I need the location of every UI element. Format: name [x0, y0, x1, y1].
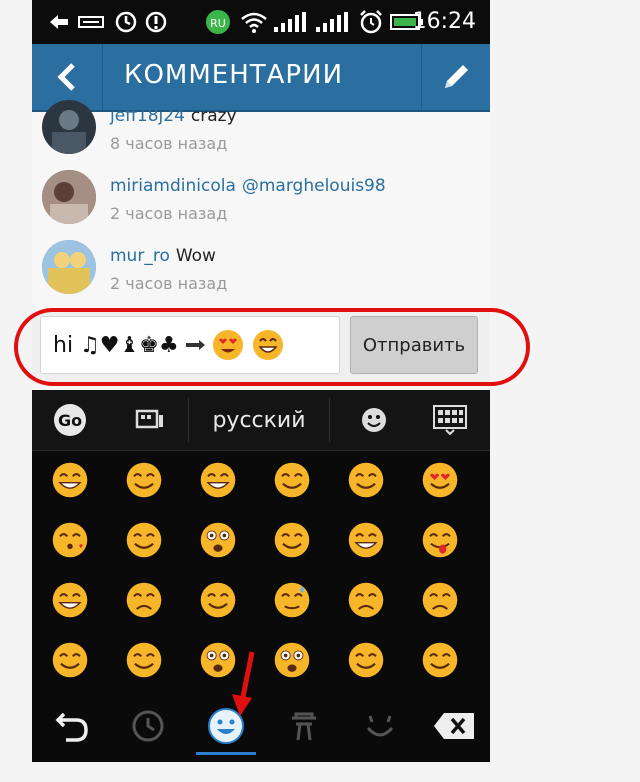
signal-1-icon	[272, 10, 310, 34]
backspace-icon[interactable]	[424, 700, 484, 752]
emoji-key[interactable]	[198, 460, 238, 500]
emoji-key[interactable]	[346, 460, 386, 500]
language-selector[interactable]: русский	[188, 398, 330, 442]
svg-text:RU: RU	[210, 17, 226, 30]
status-bar: RU 16:24	[32, 0, 490, 44]
emoji-key[interactable]	[124, 520, 164, 560]
emoji-key[interactable]	[420, 520, 460, 560]
keyboard-grid-icon[interactable]	[428, 398, 472, 442]
highlight-ellipse-annotation	[14, 308, 530, 386]
comment-username[interactable]: miriamdinicola	[110, 176, 236, 196]
voicemail-icon	[78, 10, 104, 34]
wifi-icon	[240, 10, 268, 34]
comment-time: 2 часов назад	[110, 204, 228, 223]
emoji-key[interactable]	[124, 580, 164, 620]
red-arrow-annotation	[232, 651, 255, 716]
comment-item: jeff18j24 crazy 8 часов назад	[42, 96, 482, 158]
app-badge-icon: RU	[204, 10, 232, 34]
page-title: КОММЕНТАРИИ	[124, 60, 344, 90]
emoji-key[interactable]	[124, 460, 164, 500]
emoji-key[interactable]	[272, 460, 312, 500]
comment-item: mur_ro Wow 2 часов назад	[42, 240, 482, 310]
objects-category-icon[interactable]	[274, 700, 334, 752]
emoji-key[interactable]	[346, 580, 386, 620]
emoji-key[interactable]	[272, 640, 312, 680]
sync-icon	[114, 10, 138, 34]
chevron-left-icon	[57, 63, 75, 91]
emoji-grid	[32, 452, 490, 692]
emoji-key[interactable]	[420, 460, 460, 500]
notification-icon	[48, 10, 70, 34]
undo-icon[interactable]	[42, 700, 102, 752]
emoji-key[interactable]	[420, 640, 460, 680]
avatar[interactable]	[42, 170, 96, 224]
emoji-key[interactable]	[420, 580, 460, 620]
comment-text: Wow	[175, 246, 216, 266]
emoji-key[interactable]	[346, 520, 386, 560]
emoji-keyboard: Go русский	[32, 390, 490, 762]
emoticon-category-icon[interactable]	[350, 700, 410, 752]
emoji-key[interactable]	[124, 640, 164, 680]
comment-mention[interactable]: @marghelouis98	[242, 176, 386, 196]
keyboard-toolbar: Go русский	[32, 390, 490, 451]
signal-2-icon	[314, 10, 352, 34]
avatar[interactable]	[42, 100, 96, 154]
emoji-key[interactable]	[272, 580, 312, 620]
pencil-icon	[445, 65, 468, 88]
emoji-key[interactable]	[198, 520, 238, 560]
comment-item: miriamdinicola @marghelouis98 2 часов наз…	[42, 170, 482, 240]
svg-text:Go: Go	[58, 411, 82, 430]
emoji-key[interactable]	[50, 640, 90, 680]
emoji-key[interactable]	[50, 580, 90, 620]
emoji-key[interactable]	[50, 460, 90, 500]
language-label: русский	[212, 407, 306, 433]
keyboard-bottom-bar	[32, 690, 490, 762]
switch-layout-icon[interactable]	[128, 398, 172, 442]
comment-time: 2 часов назад	[110, 274, 228, 293]
recent-clock-icon[interactable]	[118, 700, 178, 752]
alert-icon	[144, 10, 168, 34]
comment-text: crazy	[190, 106, 237, 126]
go-keyboard-icon[interactable]: Go	[48, 398, 92, 442]
comment-username[interactable]: jeff18j24	[110, 106, 185, 126]
alarm-icon	[358, 10, 384, 34]
emoji-key[interactable]	[198, 580, 238, 620]
emoji-key[interactable]	[50, 520, 90, 560]
emoji-mode-icon[interactable]	[352, 398, 396, 442]
comment-username[interactable]: mur_ro	[110, 246, 170, 266]
emoji-key[interactable]	[346, 640, 386, 680]
comment-time: 8 часов назад	[110, 134, 228, 153]
status-time: 16:24	[412, 9, 476, 34]
emoji-key[interactable]	[272, 520, 312, 560]
avatar[interactable]	[42, 240, 96, 294]
